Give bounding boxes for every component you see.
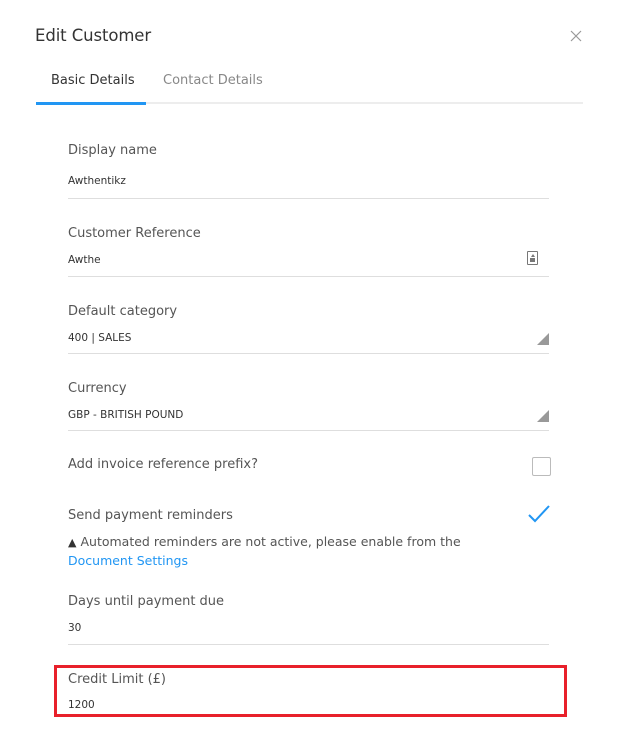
display-name-input[interactable]: Awthentikz	[68, 175, 126, 187]
document-settings-link[interactable]: Document Settings	[68, 553, 188, 568]
customer-reference-field: Customer Reference Awthe	[68, 226, 549, 277]
days-until-due-input[interactable]: 30	[68, 622, 81, 634]
days-until-due-underline	[68, 644, 549, 645]
payment-reminders-label: Send payment reminders	[68, 508, 233, 523]
default-category-field: Default category 400 | SALES	[68, 304, 549, 354]
customer-reference-label: Customer Reference	[68, 226, 201, 241]
customer-reference-underline	[68, 276, 549, 277]
dialog-title: Edit Customer	[35, 26, 152, 45]
currency-label: Currency	[68, 381, 127, 396]
payment-reminders-checkbox[interactable]	[527, 502, 551, 526]
credit-limit-field: Credit Limit (£) 1200	[68, 672, 549, 712]
active-tab-indicator	[36, 102, 146, 105]
invoice-prefix-checkbox[interactable]	[532, 457, 551, 476]
tab-basic-details[interactable]: Basic Details	[51, 73, 135, 88]
display-name-label: Display name	[68, 143, 157, 158]
tab-contact-details[interactable]: Contact Details	[163, 73, 263, 88]
close-button[interactable]	[570, 30, 582, 42]
days-until-due-field: Days until payment due 30	[68, 594, 549, 645]
warning-icon: ▲	[68, 536, 77, 549]
currency-underline	[68, 430, 549, 431]
dropdown-arrow-icon[interactable]	[537, 333, 549, 345]
reference-generator-icon[interactable]	[527, 251, 538, 265]
customer-reference-input[interactable]: Awthe	[68, 254, 101, 266]
invoice-prefix-field: Add invoice reference prefix?	[68, 457, 551, 481]
display-name-underline	[68, 198, 549, 199]
default-category-label: Default category	[68, 304, 178, 319]
days-until-due-label: Days until payment due	[68, 594, 225, 609]
dropdown-arrow-icon[interactable]	[537, 410, 549, 422]
credit-limit-label: Credit Limit (£)	[68, 672, 167, 687]
display-name-field: Display name Awthentikz	[68, 143, 549, 199]
close-icon	[570, 30, 582, 42]
invoice-prefix-label: Add invoice reference prefix?	[68, 457, 258, 472]
default-category-underline	[68, 353, 549, 354]
reminders-warning: ▲ Automated reminders are not active, ple…	[68, 533, 528, 570]
currency-select[interactable]: GBP - BRITISH POUND	[68, 409, 183, 421]
default-category-select[interactable]: 400 | SALES	[68, 332, 131, 344]
warning-text: Automated reminders are not active, plea…	[80, 534, 461, 549]
credit-limit-input[interactable]: 1200	[68, 699, 95, 711]
currency-field: Currency GBP - BRITISH POUND	[68, 381, 549, 431]
checkmark-icon	[528, 505, 550, 523]
tab-bar: Basic Details Contact Details	[36, 70, 583, 105]
payment-reminders-field: Send payment reminders ▲ Automated remind…	[68, 505, 550, 570]
